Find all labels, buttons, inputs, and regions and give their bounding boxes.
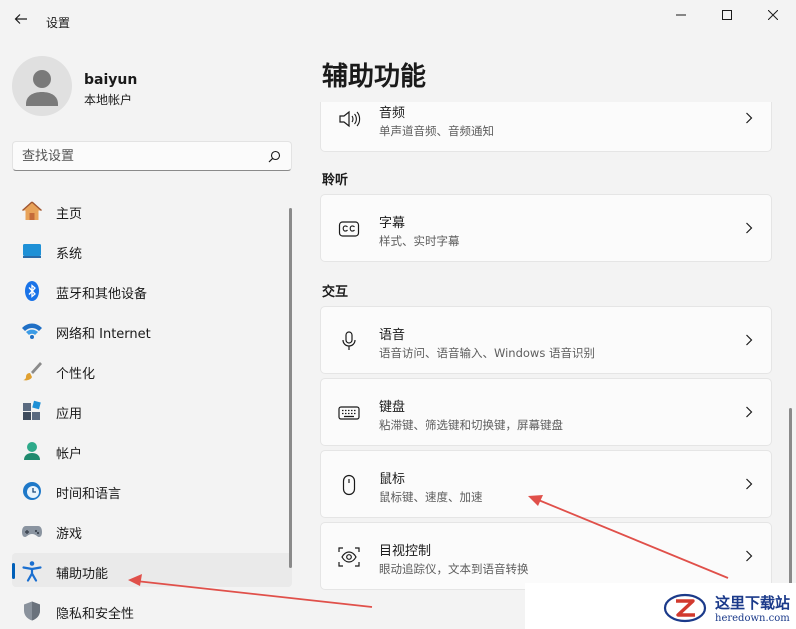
- mouse-icon: [337, 473, 361, 497]
- account-icon: [21, 440, 43, 462]
- system-icon: [21, 240, 43, 262]
- eye-control-icon: [337, 545, 361, 569]
- chevron-right-icon: [746, 112, 753, 124]
- closed-captions-icon: [337, 217, 361, 241]
- mouse-subtitle: 鼠标键、速度、加速: [379, 490, 483, 504]
- watermark-text: 这里下载站: [715, 594, 791, 612]
- minimize-button[interactable]: [658, 0, 704, 30]
- home-icon: [21, 200, 43, 222]
- chevron-right-icon: [746, 222, 753, 234]
- mouse-title: 鼠标: [379, 472, 406, 487]
- chevron-right-icon: [746, 334, 753, 346]
- maximize-icon: [722, 10, 732, 20]
- back-arrow-icon: [14, 14, 27, 24]
- apps-icon: [21, 400, 43, 422]
- chevron-right-icon: [746, 406, 753, 418]
- account-type: 本地帐户: [84, 93, 133, 107]
- speech-subtitle: 语音访问、语音输入、Windows 语音识别: [379, 346, 595, 360]
- title-bar: 设置: [0, 0, 796, 36]
- watermark-logo-icon: [663, 593, 707, 623]
- sidebar-item-accounts[interactable]: 帐户: [12, 433, 292, 467]
- sidebar-scrollbar[interactable]: [289, 208, 292, 568]
- sidebar-item-privacy[interactable]: 隐私和安全性: [12, 593, 292, 627]
- sidebar-item-network[interactable]: 网络和 Internet: [12, 313, 292, 347]
- speaker-icon: [337, 107, 361, 131]
- sidebar-item-home[interactable]: 主页: [12, 193, 292, 227]
- sidebar-item-apps[interactable]: 应用: [12, 393, 292, 427]
- sidebar-item-system[interactable]: 系统: [12, 233, 292, 267]
- audio-title: 音频: [379, 106, 406, 121]
- eye-control-title: 目视控制: [379, 544, 432, 559]
- search-box[interactable]: [12, 141, 292, 171]
- sidebar-item-accessibility[interactable]: 辅助功能: [12, 553, 292, 587]
- microphone-icon: [337, 329, 361, 353]
- maximize-button[interactable]: [704, 0, 750, 30]
- captions-title: 字幕: [379, 216, 406, 231]
- settings-content: 音频 单声道音频、音频通知 聆听 字幕 样式、实时字幕 交互 语音 语音访问、语…: [320, 102, 776, 629]
- clock-globe-icon: [21, 480, 43, 502]
- gamepad-icon: [21, 520, 43, 542]
- eye-control-card[interactable]: 目视控制 眼动追踪仪，文本到语音转换: [320, 522, 772, 590]
- mouse-card[interactable]: 鼠标 鼠标键、速度、加速: [320, 450, 772, 518]
- chevron-right-icon: [746, 478, 753, 490]
- user-profile[interactable]: baiyun 本地帐户: [12, 56, 292, 120]
- keyboard-title: 键盘: [379, 400, 406, 415]
- watermark: 这里下载站 heredown.com: [525, 583, 796, 629]
- person-icon: [26, 70, 58, 106]
- speech-card[interactable]: 语音 语音访问、语音输入、Windows 语音识别: [320, 306, 772, 374]
- minimize-icon: [676, 14, 686, 16]
- app-title: 设置: [46, 16, 71, 30]
- page-title: 辅助功能: [322, 62, 427, 92]
- watermark-url: heredown.com: [715, 613, 790, 624]
- audio-subtitle: 单声道音频、音频通知: [379, 124, 494, 138]
- bluetooth-icon: [21, 280, 43, 302]
- chevron-right-icon: [746, 550, 753, 562]
- search-input[interactable]: [22, 146, 262, 166]
- section-hearing: 聆听: [322, 173, 349, 188]
- brush-icon: [21, 360, 43, 382]
- active-indicator: [12, 563, 15, 579]
- eye-control-subtitle: 眼动追踪仪，文本到语音转换: [379, 562, 529, 576]
- keyboard-icon: [337, 401, 361, 425]
- close-icon: [768, 10, 778, 20]
- captions-card[interactable]: 字幕 样式、实时字幕: [320, 194, 772, 262]
- sidebar-item-time-language[interactable]: 时间和语言: [12, 473, 292, 507]
- avatar: [12, 56, 72, 116]
- back-button[interactable]: [8, 6, 34, 32]
- accessibility-icon: [21, 560, 43, 582]
- content-scrollbar[interactable]: [789, 408, 792, 588]
- wifi-icon: [21, 320, 43, 342]
- user-name: baiyun: [84, 72, 138, 88]
- close-button[interactable]: [750, 0, 796, 30]
- sidebar-item-personalization[interactable]: 个性化: [12, 353, 292, 387]
- speech-title: 语音: [379, 328, 406, 343]
- sidebar-nav: 主页 系统 蓝牙和其他设备 网络和 Internet 个性化 应用 帐户 时间和…: [12, 193, 292, 629]
- keyboard-subtitle: 粘滞键、筛选键和切换键，屏幕键盘: [379, 418, 563, 432]
- audio-card[interactable]: 音频 单声道音频、音频通知: [320, 102, 772, 152]
- search-icon[interactable]: [268, 150, 281, 163]
- sidebar-item-gaming[interactable]: 游戏: [12, 513, 292, 547]
- section-interaction: 交互: [322, 285, 349, 300]
- shield-icon: [21, 600, 43, 622]
- keyboard-card[interactable]: 键盘 粘滞键、筛选键和切换键，屏幕键盘: [320, 378, 772, 446]
- captions-subtitle: 样式、实时字幕: [379, 234, 460, 248]
- sidebar-item-bluetooth[interactable]: 蓝牙和其他设备: [12, 273, 292, 307]
